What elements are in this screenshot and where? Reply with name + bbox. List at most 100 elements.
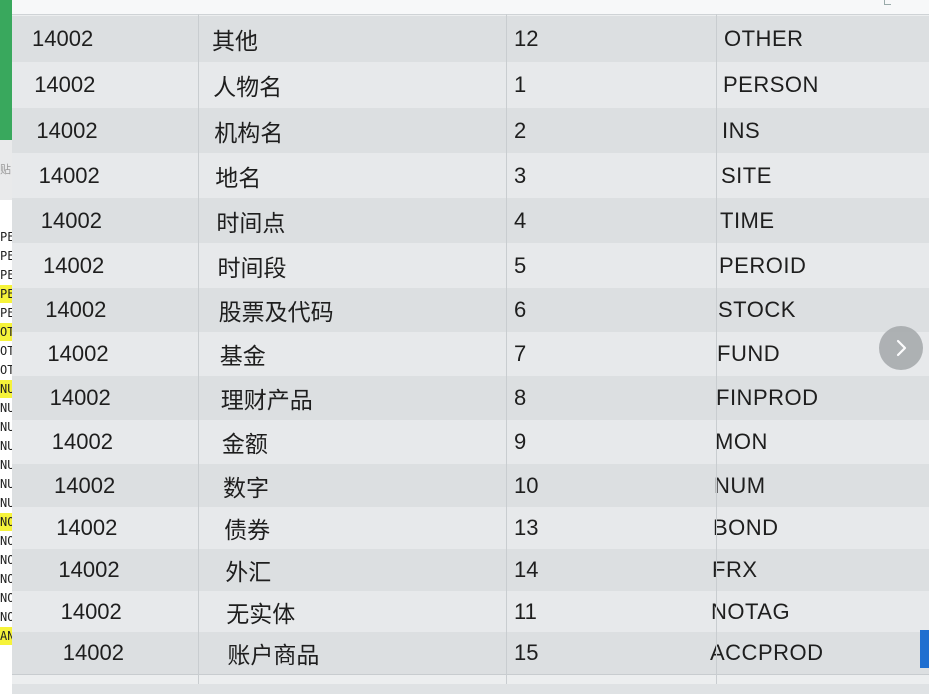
entity-id-cell[interactable]: 3 xyxy=(514,163,526,189)
entity-name-cell[interactable]: 数字 xyxy=(223,469,269,503)
entity-tag-cell[interactable]: PEROID xyxy=(719,253,806,279)
entity-tag-cell[interactable]: ACCPROD xyxy=(710,640,824,666)
background-text-fragment: PE xyxy=(0,249,12,263)
window-control-icon xyxy=(884,0,891,5)
background-text-fragment: PE xyxy=(0,285,12,303)
entity-tag-cell[interactable]: TIME xyxy=(720,208,775,234)
entity-id-cell[interactable]: 4 xyxy=(514,208,526,234)
entity-name-cell[interactable]: 地名 xyxy=(215,159,261,193)
entity-name-cell[interactable]: 时间段 xyxy=(218,249,287,283)
entity-code-cell[interactable]: 14002 xyxy=(54,473,115,499)
entity-name-cell[interactable]: 账户商品 xyxy=(227,636,319,670)
entity-id-cell[interactable]: 11 xyxy=(514,599,537,625)
entity-name-cell[interactable]: 金额 xyxy=(222,425,268,459)
entity-tag-cell[interactable]: OTHER xyxy=(724,26,804,52)
entity-code-cell[interactable]: 14002 xyxy=(34,72,95,98)
entity-id-cell[interactable]: 10 xyxy=(514,473,538,499)
table-row[interactable]: 14002 理财产品 8 FINPROD xyxy=(12,376,929,421)
entity-tag-cell[interactable]: SITE xyxy=(721,163,772,189)
entity-name-cell[interactable]: 理财产品 xyxy=(221,381,313,415)
entity-name-cell[interactable]: 时间点 xyxy=(216,204,285,238)
background-text-fragment: PE xyxy=(0,230,12,244)
entity-id-cell[interactable]: 8 xyxy=(514,385,526,411)
background-text-fragment: NU xyxy=(0,496,12,510)
bottom-bar xyxy=(12,684,929,694)
table-row[interactable]: 14002 人物名 1 PERSON xyxy=(12,62,929,109)
background-window-edge: 贴 PE PE PE PE PE OT OT OT NU NU NU NU NU NU NU NO NO NO NO… xyxy=(0,0,12,694)
background-text-fragment: NO xyxy=(0,572,12,586)
table-row[interactable]: 14002 时间段 5 PEROID xyxy=(12,243,929,289)
background-text-fragment: NO xyxy=(0,513,12,531)
background-text-fragment: PE xyxy=(0,268,12,282)
entity-code-cell[interactable]: 14002 xyxy=(45,297,106,323)
entity-name-cell[interactable]: 其他 xyxy=(212,22,258,56)
table-row[interactable]: 14002 基金 7 FUND xyxy=(12,332,929,377)
entity-id-cell[interactable]: 13 xyxy=(514,515,538,541)
entity-code-cell[interactable]: 14002 xyxy=(50,385,111,411)
background-text-fragment: NU xyxy=(0,477,12,491)
table-row[interactable]: 14002 股票及代码 6 STOCK xyxy=(12,288,929,333)
background-text-fragment: NU xyxy=(0,458,12,472)
table-row[interactable]: 14002 地名 3 SITE xyxy=(12,153,929,199)
entity-name-cell[interactable]: 无实体 xyxy=(226,595,295,629)
entity-code-cell[interactable]: 14002 xyxy=(32,26,93,52)
entity-id-cell[interactable]: 14 xyxy=(514,557,538,583)
entity-code-cell[interactable]: 14002 xyxy=(47,341,108,367)
entity-id-cell[interactable]: 7 xyxy=(514,341,526,367)
entity-tag-cell[interactable]: FINPROD xyxy=(716,385,819,411)
background-text-fragment: OT xyxy=(0,363,12,377)
table-row[interactable]: 14002 机构名 2 INS xyxy=(12,108,929,154)
entity-code-cell[interactable]: 14002 xyxy=(61,599,122,625)
table-row[interactable]: 14002 账户商品 15 ACCPROD xyxy=(12,632,929,675)
green-panel xyxy=(0,0,12,140)
background-text-fragment: NO xyxy=(0,553,12,567)
entity-name-cell[interactable]: 债券 xyxy=(224,511,270,545)
background-text-fragment: NU xyxy=(0,439,12,453)
top-bar xyxy=(0,0,929,15)
next-image-button[interactable] xyxy=(879,326,923,370)
background-text-fragment: PE xyxy=(0,306,12,320)
entity-id-cell[interactable]: 6 xyxy=(514,297,526,323)
entity-tag-cell[interactable]: FUND xyxy=(717,341,780,367)
chevron-right-icon xyxy=(896,339,907,357)
entity-id-cell[interactable]: 2 xyxy=(514,118,526,144)
entity-name-cell[interactable]: 人物名 xyxy=(213,68,282,102)
entity-name-cell[interactable]: 基金 xyxy=(220,337,266,371)
entity-name-cell[interactable]: 外汇 xyxy=(225,553,271,587)
background-text-fragment: NO xyxy=(0,610,12,624)
table-row[interactable]: 14002 数字 10 NUM xyxy=(12,464,929,508)
entity-id-cell[interactable]: 12 xyxy=(514,26,538,52)
entity-id-cell[interactable]: 9 xyxy=(514,429,526,455)
entity-code-cell[interactable]: 14002 xyxy=(43,253,104,279)
entity-code-cell[interactable]: 14002 xyxy=(63,640,124,666)
table-row[interactable]: 14002 债券 13 BOND xyxy=(12,507,929,550)
entity-tag-cell[interactable]: STOCK xyxy=(718,297,796,323)
table-row[interactable]: 14002 无实体 11 NOTAG xyxy=(12,591,929,633)
entity-code-cell[interactable]: 14002 xyxy=(58,557,119,583)
entity-tag-cell[interactable]: INS xyxy=(722,118,760,144)
entity-tag-cell[interactable]: FRX xyxy=(712,557,758,583)
table-row[interactable]: 14002 时间点 4 TIME xyxy=(12,198,929,244)
entity-code-cell[interactable]: 14002 xyxy=(36,118,97,144)
entity-tag-cell[interactable]: PERSON xyxy=(723,72,819,98)
entity-code-cell[interactable]: 14002 xyxy=(52,429,113,455)
entity-tag-cell[interactable]: NOTAG xyxy=(711,599,790,625)
entity-id-cell[interactable]: 15 xyxy=(514,640,538,666)
table-row[interactable]: 14002 金额 9 MON xyxy=(12,420,929,465)
entity-id-cell[interactable]: 5 xyxy=(514,253,526,279)
entity-name-cell[interactable]: 机构名 xyxy=(214,114,283,148)
table-row[interactable]: 14002 外汇 14 FRX xyxy=(12,549,929,592)
entity-name-cell[interactable]: 股票及代码 xyxy=(219,293,334,327)
entity-code-cell[interactable]: 14002 xyxy=(39,163,100,189)
entity-id-cell[interactable]: 1 xyxy=(514,72,526,98)
entity-code-cell[interactable]: 14002 xyxy=(56,515,117,541)
background-text-fragment: NU xyxy=(0,401,12,415)
column-divider xyxy=(716,14,717,684)
table-row[interactable]: 14002 其他 12 OTHER xyxy=(12,16,929,63)
entity-tag-cell[interactable]: NUM xyxy=(714,473,766,499)
entity-tag-cell[interactable]: MON xyxy=(715,429,768,455)
entity-code-cell[interactable]: 14002 xyxy=(41,208,102,234)
entity-tag-cell[interactable]: BOND xyxy=(713,515,779,541)
background-text-fragment: OT xyxy=(0,344,12,358)
blue-corner-tab xyxy=(920,630,929,668)
